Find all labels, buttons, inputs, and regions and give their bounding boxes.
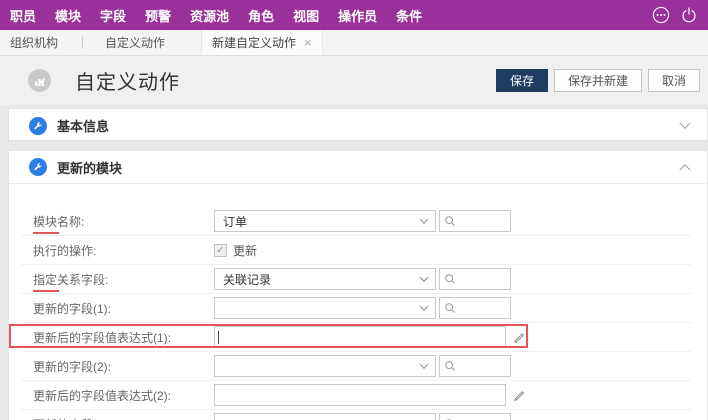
lookup-search-box[interactable] bbox=[439, 413, 511, 420]
section-basic-info-header[interactable]: 基本信息 bbox=[9, 109, 707, 142]
top-menu-item-6[interactable]: 视图 bbox=[293, 6, 319, 25]
top-menu: 职员模块字段预警资源池角色视图操作员条件 bbox=[10, 6, 441, 25]
text-caret bbox=[218, 331, 219, 344]
top-menu-item-4[interactable]: 资源池 bbox=[190, 6, 229, 25]
field-label: 更新的字段(1): bbox=[33, 300, 214, 317]
form-row-3: 更新的字段(1): bbox=[21, 294, 691, 323]
form-rows: 模块名称: 订单执行的操作:✓ 更新指定关系字段: 关联记录更新的字段(1): 更新后的… bbox=[9, 184, 707, 420]
chevron-down-icon bbox=[420, 215, 428, 223]
search-icon bbox=[444, 273, 456, 285]
section-title: 更新的模块 bbox=[57, 158, 122, 177]
expression-input[interactable] bbox=[214, 326, 506, 348]
top-menu-item-8[interactable]: 条件 bbox=[396, 6, 422, 25]
top-navbar: 职员模块字段预警资源池角色视图操作员条件 bbox=[0, 0, 708, 30]
tab-label: 组织机构 bbox=[10, 34, 58, 51]
lookup-select[interactable] bbox=[214, 297, 436, 319]
section-title: 基本信息 bbox=[57, 116, 109, 135]
header-button-0[interactable]: 保存 bbox=[496, 69, 548, 92]
form-row-2: 指定关系字段: 关联记录 bbox=[21, 265, 691, 294]
field-label: 模块名称: bbox=[33, 213, 214, 230]
lookup-value: 关联记录 bbox=[223, 271, 271, 288]
field-label: 更新后的字段值表达式(2): bbox=[33, 387, 214, 404]
chevron-down-icon bbox=[420, 360, 428, 368]
form-row-4: 更新后的字段值表达式(1): bbox=[21, 323, 691, 352]
lookup-search-box[interactable] bbox=[439, 355, 511, 377]
lookup-search-box[interactable] bbox=[439, 210, 511, 232]
header-button-1[interactable]: 保存并新建 bbox=[554, 69, 642, 92]
form-row-7: 更新的字段(3): bbox=[21, 410, 691, 420]
topbar-right bbox=[652, 6, 698, 24]
tab-0[interactable]: 组织机构 bbox=[0, 30, 82, 55]
form-row-0: 模块名称: 订单 bbox=[21, 207, 691, 236]
checkbox-update[interactable]: ✓ bbox=[214, 244, 227, 257]
tab-label: 新建自定义动作 bbox=[212, 34, 296, 51]
tab-divider bbox=[82, 36, 83, 49]
top-menu-item-7[interactable]: 操作员 bbox=[338, 6, 377, 25]
lookup-select[interactable]: 订单 bbox=[214, 210, 436, 232]
header-buttons: 保存保存并新建取消 bbox=[496, 69, 700, 92]
chevron-down-icon bbox=[679, 117, 690, 128]
lookup-value: 订单 bbox=[223, 213, 247, 230]
section-updated-module-header[interactable]: 更新的模块 bbox=[9, 151, 707, 184]
power-icon[interactable] bbox=[680, 6, 698, 24]
app-root: 职员模块字段预警资源池角色视图操作员条件 组织机构自定义动作新建自定义动作× 自… bbox=[0, 0, 708, 420]
field-label: 执行的操作: bbox=[33, 242, 214, 259]
section-updated-module: 更新的模块 模块名称: 订单执行的操作:✓ 更新指定关系字段: 关联记录更新的字段(1… bbox=[8, 150, 708, 420]
top-menu-item-3[interactable]: 预警 bbox=[145, 6, 171, 25]
record-avatar-icon bbox=[28, 69, 51, 92]
edit-pencil-icon[interactable] bbox=[511, 388, 525, 402]
chevron-up-icon bbox=[679, 164, 690, 175]
field-label: 指定关系字段: bbox=[33, 271, 214, 288]
lookup-select[interactable] bbox=[214, 413, 436, 420]
checkbox-label: 更新 bbox=[233, 242, 257, 259]
tab-1[interactable]: 自定义动作 bbox=[95, 30, 189, 55]
required-underline bbox=[33, 232, 59, 234]
search-icon bbox=[444, 360, 456, 372]
tab-label: 自定义动作 bbox=[105, 34, 165, 51]
expression-input[interactable] bbox=[214, 384, 506, 406]
wrench-icon bbox=[29, 117, 47, 135]
lookup-search-box[interactable] bbox=[439, 297, 511, 319]
lookup-select[interactable]: 关联记录 bbox=[214, 268, 436, 290]
top-menu-item-2[interactable]: 字段 bbox=[100, 6, 126, 25]
lookup-search-input[interactable] bbox=[459, 359, 505, 373]
edit-pencil-icon[interactable] bbox=[511, 330, 525, 344]
field-label: 更新的字段(3): bbox=[33, 416, 214, 420]
lookup-search-box[interactable] bbox=[439, 268, 511, 290]
lookup-search-input[interactable] bbox=[459, 301, 505, 315]
chevron-down-icon bbox=[420, 302, 428, 310]
lookup-search-input[interactable] bbox=[459, 272, 505, 286]
chevron-down-icon bbox=[420, 273, 428, 281]
page-title: 自定义动作 bbox=[75, 66, 180, 95]
top-menu-item-0[interactable]: 职员 bbox=[10, 6, 36, 25]
page-header: 自定义动作 保存保存并新建取消 bbox=[0, 56, 708, 105]
tab-close-icon[interactable]: × bbox=[304, 36, 312, 49]
form-row-1: 执行的操作:✓ 更新 bbox=[21, 236, 691, 265]
section-basic-info: 基本信息 bbox=[8, 108, 708, 141]
tab-2[interactable]: 新建自定义动作 × bbox=[201, 30, 323, 55]
more-options-icon[interactable] bbox=[652, 6, 670, 24]
header-button-2[interactable]: 取消 bbox=[648, 69, 700, 92]
lookup-select[interactable] bbox=[214, 355, 436, 377]
search-icon bbox=[444, 302, 456, 314]
top-menu-item-5[interactable]: 角色 bbox=[248, 6, 274, 25]
field-label: 更新后的字段值表达式(1): bbox=[33, 329, 214, 346]
lookup-search-input[interactable] bbox=[459, 214, 505, 228]
search-icon bbox=[444, 215, 456, 227]
form-row-6: 更新后的字段值表达式(2): bbox=[21, 381, 691, 410]
tab-bar: 组织机构 自定义动作 新建自定义动作 × bbox=[0, 30, 708, 56]
field-label: 更新的字段(2): bbox=[33, 358, 214, 375]
required-underline bbox=[33, 290, 59, 292]
wrench-icon bbox=[29, 158, 47, 176]
form-row-5: 更新的字段(2): bbox=[21, 352, 691, 381]
top-menu-item-1[interactable]: 模块 bbox=[55, 6, 81, 25]
